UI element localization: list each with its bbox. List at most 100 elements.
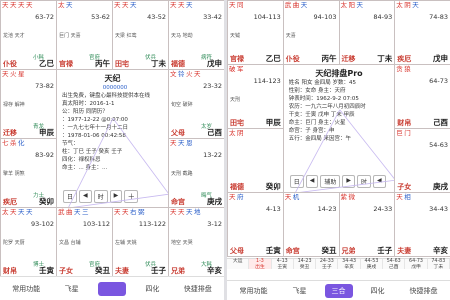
- star-name: 武: [284, 1, 292, 9]
- palace-cell-chen[interactable]: 天火星禄存 解神 73-82 迁移 甲辰 青龙: [0, 69, 57, 139]
- chart-tool-button[interactable]: ◀: [79, 190, 92, 203]
- palace-cell-hai[interactable]: 天天天地地空 天哭 3-12 兄弟 辛亥 大耗: [168, 207, 224, 277]
- palace-cell-chou[interactable]: 武曲天三文昌 台辅 103-112 子女 癸丑 官府: [56, 207, 113, 277]
- timeline-slot[interactable]: 24-33 壬子: [316, 259, 339, 270]
- minor-stars: 地空 天哭: [171, 240, 193, 246]
- palace-cell-you[interactable]: 贪狼 64-73 财帛 己酉: [394, 64, 450, 129]
- chart-tool-button[interactable]: ▶: [109, 190, 123, 203]
- nav-button[interactable]: 飞星: [286, 284, 314, 298]
- star-list: 太阳天: [341, 2, 364, 9]
- palace-cell-shen[interactable]: 天天天天马 地劫 33-42 福德 戊申 病符: [168, 0, 224, 70]
- palace-name: 财帛: [3, 267, 17, 275]
- palace-cell-you[interactable]: 文铃火天旬空 破碎 23-32 父母 己酉 太岁: [168, 69, 224, 139]
- star-name: 天: [122, 1, 129, 9]
- star-list: 天天恩: [170, 140, 193, 147]
- nav-button[interactable]: 飞星: [60, 281, 84, 297]
- age-range: 84-93: [373, 13, 393, 21]
- palace-cell-chou[interactable]: 天机 14-23 命宫 癸丑: [282, 192, 340, 257]
- center-info-line: 命主：巨门 身主：火星: [288, 120, 346, 126]
- timeline-slot[interactable]: 74-83 丁未: [428, 259, 450, 270]
- chart-tool-button[interactable]: ◀: [373, 175, 386, 188]
- palace-cell-yin[interactable]: 天府 4-13 父母 壬寅: [227, 192, 284, 257]
- minor-stars: 陀罗 天厨: [3, 240, 25, 246]
- ganzhi-label: 辛亥: [433, 246, 448, 255]
- palace-cell-xu[interactable]: 天天恩天刑 截路 13-22 命宫 庚戌 晦气: [168, 138, 224, 208]
- timeline-slot[interactable]: 14-23 癸丑: [294, 259, 317, 270]
- nav-button[interactable]: 四化: [140, 281, 164, 297]
- nav-button[interactable]: 三合: [324, 283, 353, 298]
- palace-cell-si[interactable]: 天同天钺 104-113 官禄 乙巳: [227, 0, 284, 65]
- star-name: 天: [114, 1, 121, 9]
- chart-center-info: 天纪 0000000 出生免费，键盘心最科技提供本在线 真太阳时：2016-1-1 公：…: [56, 69, 169, 208]
- palace-cell-wei[interactable]: 天天天天梁 红鸾 43-52 田宅 丁未 伏兵: [112, 0, 169, 70]
- minor-stars: 天刑 截路: [171, 171, 193, 177]
- center-info-line: 四化：禄权科忌: [62, 157, 101, 163]
- chart-tool-button[interactable]: 十: [124, 190, 139, 203]
- palace-cell-mao[interactable]: 太阴福德 癸卯: [227, 128, 284, 193]
- nav-button[interactable]: 快捷排盘: [403, 284, 445, 298]
- palace-cell-si[interactable]: 天天天天龙池 天才 63-72 仆役 乙巳 小耗: [0, 0, 57, 70]
- shen-label: 晦气: [200, 193, 212, 199]
- chart-tool-button[interactable]: 时: [357, 175, 372, 188]
- nav-button[interactable]: 快捷排盘: [179, 281, 217, 297]
- timeline-slot[interactable]: 54-63 己酉: [383, 259, 406, 270]
- nav-button[interactable]: [97, 281, 126, 296]
- star-name: 天: [356, 1, 364, 9]
- chart-code: 0000000: [102, 85, 128, 91]
- chart-tool-button[interactable]: ▶: [342, 175, 356, 188]
- palace-cell-wei[interactable]: 太阳天 84-93 迁移 丁未: [338, 0, 396, 65]
- chart-tool-button[interactable]: 时: [93, 190, 108, 203]
- palace-cell-zi[interactable]: 紫微 24-33 兄弟 壬子: [338, 192, 396, 257]
- timeline-slot[interactable]: 34-43 辛亥: [338, 259, 361, 270]
- palace-cell-wu[interactable]: 武曲天天喜 94-103 仆役 丙午: [282, 0, 340, 65]
- timeline-slot[interactable]: 64-73 戊申: [405, 259, 428, 270]
- age-range: 74-83: [429, 13, 448, 21]
- chart-tool-button[interactable]: 日: [289, 175, 304, 188]
- age-range: 103-112: [82, 220, 110, 228]
- nav-button[interactable]: 四化: [364, 284, 392, 298]
- age-range: 114-123: [253, 77, 281, 85]
- palace-cell-shen[interactable]: 太阴天 74-83 疾厄 戊申: [394, 0, 450, 65]
- star-name: 文: [170, 70, 177, 78]
- center-info-line: ：一九七七年十一月十二日: [62, 125, 129, 131]
- age-range: 83-92: [35, 151, 54, 159]
- shen-label: 伏兵: [144, 55, 156, 61]
- shen-label: 病符: [200, 55, 212, 61]
- age-range: 53-62: [91, 13, 110, 21]
- palace-cell-yin[interactable]: 太天天天陀罗 天厨 93-102 财帛 壬寅 博士: [0, 207, 57, 277]
- decade-timeline: 大运 1-3 出生 4-13 壬寅 14-23 癸丑 24-33 壬子 34-43 辛亥 4…: [227, 258, 450, 270]
- star-name: 天: [229, 193, 236, 201]
- palace-cell-mao[interactable]: 七杀化擎羊 阴煞 83-92 疾厄 癸卯 力士: [0, 138, 57, 208]
- shen-label: 小耗: [32, 55, 44, 61]
- palace-name: 迁移: [341, 55, 356, 63]
- palace-cell-hai[interactable]: 天相 34-43 夫妻 辛亥: [394, 192, 450, 257]
- age-range: 4-13: [265, 205, 281, 213]
- palace-name: 官禄: [230, 55, 244, 63]
- chart-tool-button[interactable]: ◀: [305, 175, 319, 188]
- age-range: 24-33: [373, 205, 393, 213]
- nav-button[interactable]: 常用功能: [7, 281, 45, 297]
- timeline-slot[interactable]: 44-53 庚戌: [361, 259, 384, 270]
- palace-cell-zi[interactable]: 天天右弼左辅 天姚 113-122 夫妻 壬子 伏兵: [112, 207, 169, 277]
- palace-cell-wu[interactable]: 太天巨门 天喜 53-62 官禄 丙午 官府: [56, 0, 113, 70]
- star-name: 天: [396, 193, 403, 201]
- palace-name: 福德: [171, 60, 185, 68]
- age-range: 14-23: [317, 205, 337, 213]
- age-range: 94-103: [313, 13, 337, 21]
- timeline-slot[interactable]: 4-13 壬寅: [272, 259, 294, 270]
- star-name: 天: [170, 139, 177, 147]
- timeline-slot[interactable]: 1-3 出生: [249, 259, 272, 270]
- age-range: 73-82: [35, 82, 54, 90]
- chart-tool-button[interactable]: 日: [63, 190, 78, 203]
- age-range: 33-42: [203, 13, 222, 21]
- star-list: 武曲天三: [58, 209, 89, 216]
- palace-cell-xu[interactable]: 巨门 54-63 子女 庚戌: [394, 128, 450, 193]
- palace-name: 仆役: [285, 55, 300, 63]
- palace-cell-chen[interactable]: 破军天刑 114-123 田宅 甲辰: [227, 64, 284, 129]
- ganzhi-label: 丁未: [377, 54, 393, 63]
- age-range: 54-63: [429, 141, 448, 149]
- shen-label: 太岁: [200, 124, 212, 130]
- nav-button[interactable]: 常用功能: [233, 284, 275, 298]
- star-name: 天: [178, 1, 185, 9]
- chart-tool-button[interactable]: 辅助: [320, 175, 341, 188]
